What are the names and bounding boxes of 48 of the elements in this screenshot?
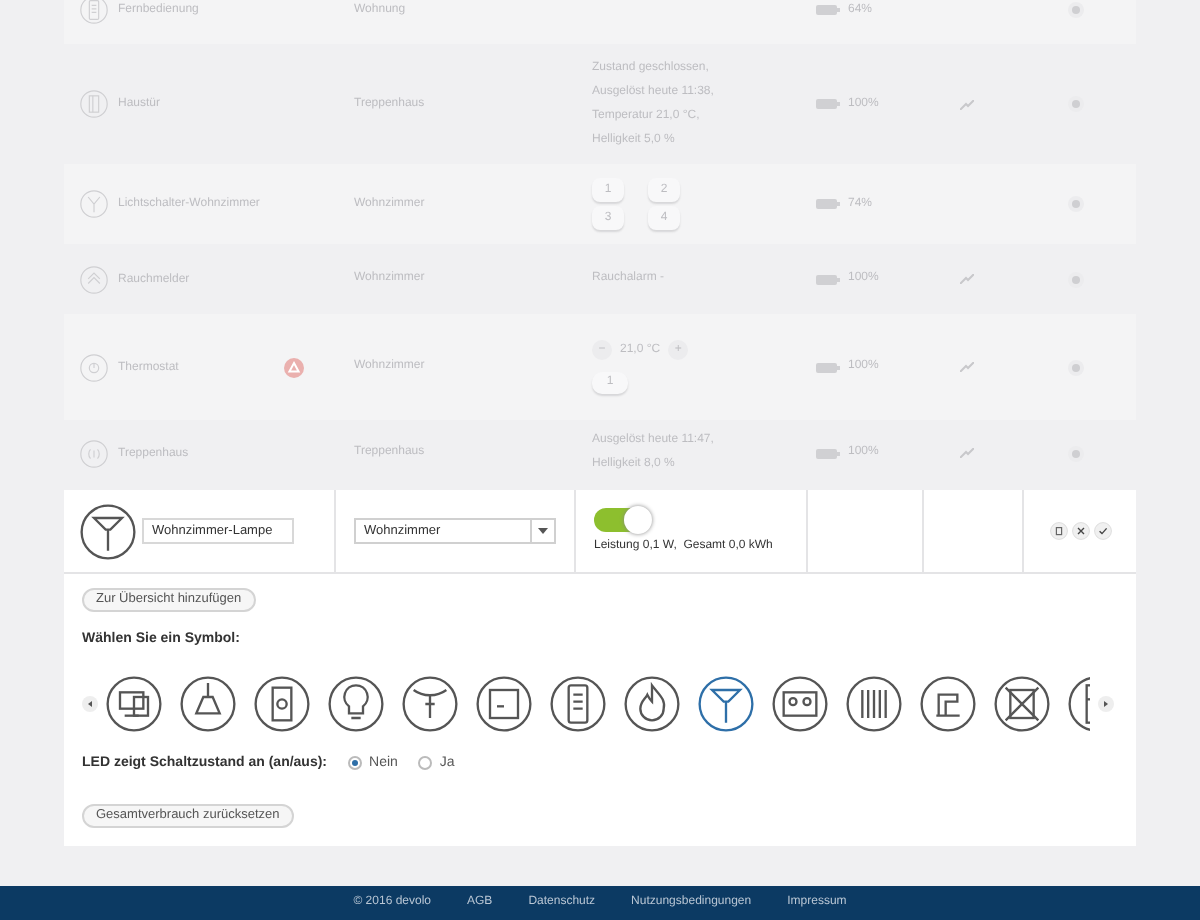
symbol-option[interactable]: [106, 675, 162, 731]
delete-icon[interactable]: [1049, 522, 1067, 540]
toggle-switch[interactable]: [594, 507, 650, 531]
symbol-option[interactable]: [920, 675, 976, 731]
check-icon[interactable]: [1093, 522, 1111, 540]
symbol-option[interactable]: [846, 675, 902, 731]
symbol-option[interactable]: [994, 675, 1050, 731]
scroll-right-button[interactable]: [1098, 695, 1114, 711]
device-icon: [80, 439, 108, 467]
symbol-option[interactable]: [698, 675, 754, 731]
symbol-icon: [772, 675, 828, 731]
symbol-icon: [994, 675, 1050, 731]
symbol-icon: [402, 675, 458, 731]
symbol-icon: [624, 675, 680, 731]
scroll-left-button[interactable]: [82, 695, 98, 711]
close-icon[interactable]: [1071, 522, 1089, 540]
symbol-option[interactable]: [328, 675, 384, 731]
symbol-option[interactable]: [254, 675, 310, 731]
radio-button[interactable]: [417, 756, 432, 771]
symbol-icon: [106, 675, 162, 731]
symbol-icon: [550, 675, 606, 731]
lamp-icon: [80, 503, 136, 559]
symbol-option[interactable]: [550, 675, 606, 731]
caret-icon: [538, 528, 548, 534]
symbol-icon: [180, 675, 236, 731]
radio-button[interactable]: [347, 756, 362, 771]
symbol-icon: [476, 675, 532, 731]
symbol-option[interactable]: [180, 675, 236, 731]
device-icon: [80, 0, 108, 24]
symbol-option[interactable]: [624, 675, 680, 731]
device-icon: [80, 265, 108, 293]
symbol-option[interactable]: [402, 675, 458, 731]
battery-icon: [816, 447, 840, 459]
battery-icon: [816, 361, 840, 373]
battery-icon: [816, 273, 840, 285]
symbol-icon: [920, 675, 976, 731]
symbol-icon: [846, 675, 902, 731]
symbol-icon: [254, 675, 310, 731]
symbol-option[interactable]: [476, 675, 532, 731]
battery-icon: [816, 4, 840, 16]
device-icon: [80, 353, 108, 381]
battery-icon: [816, 98, 840, 110]
battery-icon: [816, 198, 840, 210]
device-icon: [80, 90, 108, 118]
symbol-icon: [698, 675, 754, 731]
device-icon: [80, 190, 108, 218]
symbol-icon: [328, 675, 384, 731]
symbol-option[interactable]: [772, 675, 828, 731]
